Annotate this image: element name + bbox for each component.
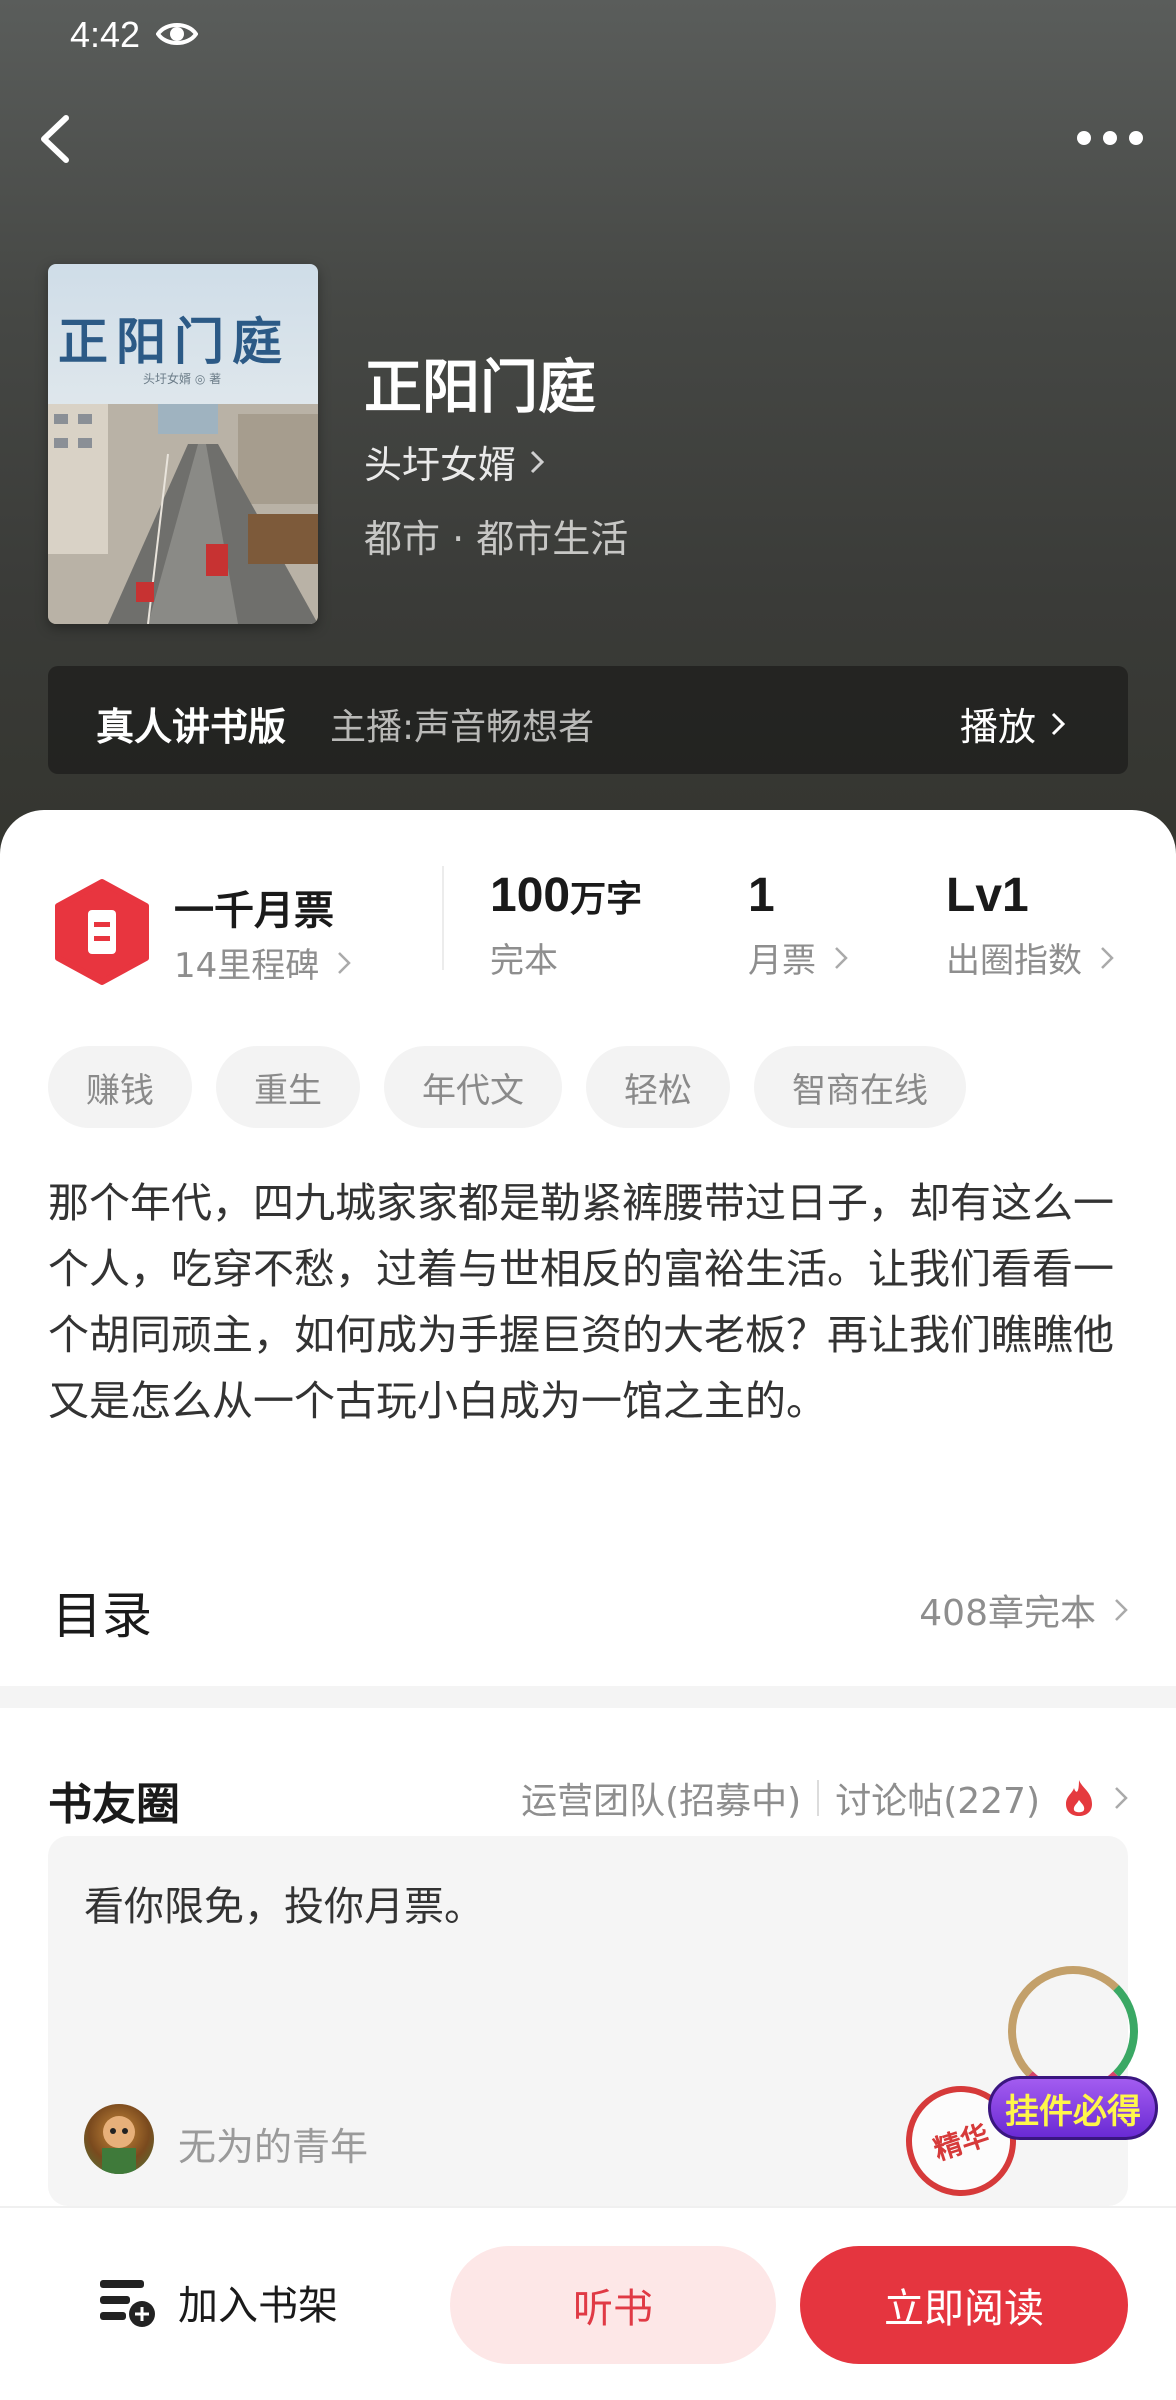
table-of-contents-row[interactable]: 目录 408章完本 xyxy=(48,1562,1128,1645)
book-circle-title: 书友圈 xyxy=(48,1779,180,1830)
pendant-label: 挂件必得 xyxy=(988,2076,1158,2140)
ticket-value: 1 xyxy=(748,869,775,922)
book-detail-page: 4:42 正阳门庭 头圩女婿 ◎ 著 正阳门庭 头圩女婿 都市 · 都市生活 真… xyxy=(0,0,1176,2400)
toc-info: 408章完本 xyxy=(919,1584,1128,1636)
stat-divider xyxy=(442,866,444,970)
tag-chip[interactable]: 赚钱 xyxy=(48,1046,192,1128)
more-icon[interactable] xyxy=(1070,118,1150,158)
status-bar: 4:42 xyxy=(0,0,1176,72)
post-username[interactable]: 无为的青年 xyxy=(178,2116,368,2171)
tag-list: 赚钱 重生 年代文 轻松 智商在线 xyxy=(48,1046,966,1128)
milestone-title: 一千月票 xyxy=(174,888,334,934)
chevron-right-icon xyxy=(1051,712,1066,735)
level-value: Lv1 xyxy=(946,869,1029,922)
chevron-right-icon xyxy=(835,946,848,969)
ticket-label: 月票 xyxy=(748,941,816,981)
word-count-stat: 100万字 完本 xyxy=(490,868,642,982)
book-info-card: 一千月票 14里程碑 100万字 完本 1 月票 Lv1 出圈指数 赚钱 重生 … xyxy=(0,810,1176,1690)
play-label: 播放 xyxy=(960,705,1037,749)
add-shelf-icon xyxy=(100,2280,155,2327)
hero-header: 4:42 正阳门庭 头圩女婿 ◎ 著 正阳门庭 头圩女婿 都市 · 都市生活 真… xyxy=(0,0,1176,860)
section-divider xyxy=(0,1686,1176,1708)
chapter-count: 408章完本 xyxy=(919,1593,1096,1634)
book-cover[interactable]: 正阳门庭 头圩女婿 ◎ 著 xyxy=(48,264,318,624)
cover-author: 头圩女婿 ◎ 著 xyxy=(143,372,222,386)
word-count-value: 100 xyxy=(490,869,571,922)
toc-label: 目录 xyxy=(52,1587,152,1645)
back-icon[interactable] xyxy=(26,104,86,174)
audio-host: 主播:声音畅想者 xyxy=(330,707,595,748)
synopsis-text[interactable]: 那个年代，四九城家家都是勒紧裤腰带过日子，却有这么一个人，吃穿不愁，过着与世相反… xyxy=(48,1170,1138,1434)
status-time: 4:42 xyxy=(70,14,141,55)
bottom-action-bar: 加入书架 听书 立即阅读 xyxy=(0,2206,1176,2400)
fire-icon xyxy=(1066,1780,1092,1816)
word-count-label: 完本 xyxy=(490,941,558,981)
word-count-unit: 万字 xyxy=(570,879,643,920)
circle-links: 运营团队(招募中) 讨论帖(227) xyxy=(521,1772,1128,1824)
read-now-button[interactable]: 立即阅读 xyxy=(800,2246,1128,2364)
book-circle-header: 书友圈 运营团队(招募中) 讨论帖(227) xyxy=(48,1764,1128,1830)
tag-chip[interactable]: 轻松 xyxy=(586,1046,730,1128)
author-name: 头圩女婿 xyxy=(364,443,517,487)
cover-title: 正阳门庭 xyxy=(58,312,290,371)
add-to-shelf-button[interactable]: 加入书架 xyxy=(96,2262,338,2342)
discussion-link[interactable]: 讨论帖(227) xyxy=(835,1772,1040,1824)
level-label: 出圈指数 xyxy=(946,941,1082,981)
book-title: 正阳门庭 xyxy=(364,353,597,421)
milestone-link[interactable]: 14里程碑 xyxy=(174,938,352,987)
post-badges: 精华 挂件必得 xyxy=(848,1966,1158,2216)
author-link[interactable]: 头圩女婿 xyxy=(364,434,546,489)
ops-team-link[interactable]: 运营团队(招募中) xyxy=(521,1772,801,1824)
add-to-shelf-label: 加入书架 xyxy=(178,2283,338,2329)
audio-book-banner[interactable]: 真人讲书版 主播:声音畅想者 播放 xyxy=(48,666,1128,774)
tag-chip[interactable]: 年代文 xyxy=(384,1046,562,1128)
featured-post-card[interactable]: 看你限免，投你月票。 无为的青年 精华 挂件必得 xyxy=(48,1836,1158,2211)
monthly-ticket-icon[interactable] xyxy=(52,878,152,986)
post-text: 看你限免，投你月票。 xyxy=(84,1884,484,1930)
popularity-stat[interactable]: Lv1 出圈指数 xyxy=(946,868,1114,982)
play-button[interactable]: 播放 xyxy=(960,696,1066,751)
eye-icon xyxy=(156,23,198,45)
audio-title: 真人讲书版 xyxy=(96,705,287,749)
chevron-right-icon xyxy=(530,450,545,473)
tag-chip[interactable]: 重生 xyxy=(216,1046,360,1128)
chevron-right-icon xyxy=(1115,1599,1128,1621)
avatar[interactable] xyxy=(84,2104,154,2174)
tag-chip[interactable]: 智商在线 xyxy=(754,1046,966,1128)
cover-street-illustration xyxy=(48,404,318,624)
monthly-ticket-stat[interactable]: 1 月票 xyxy=(748,868,848,982)
milestone-sub: 14里程碑 xyxy=(174,946,320,986)
link-separator xyxy=(817,1780,820,1816)
chevron-right-icon[interactable] xyxy=(1114,1786,1128,1810)
genre-label: 都市 · 都市生活 xyxy=(364,517,629,561)
chevron-right-icon xyxy=(338,951,352,974)
listen-button[interactable]: 听书 xyxy=(450,2246,776,2364)
chevron-right-icon xyxy=(1101,946,1114,969)
